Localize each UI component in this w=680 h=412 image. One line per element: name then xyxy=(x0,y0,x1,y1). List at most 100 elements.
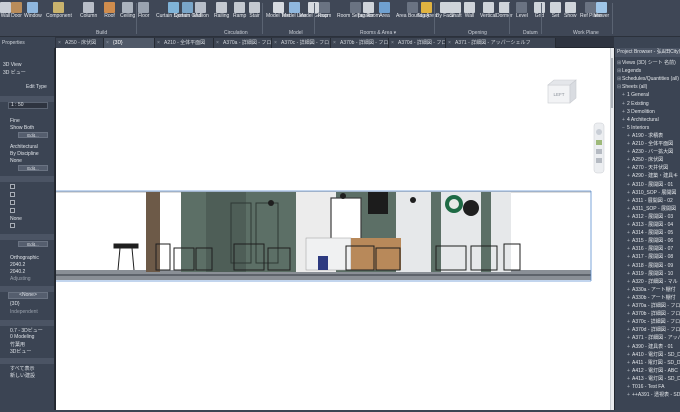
view-template-button[interactable]: <None> xyxy=(8,292,48,299)
browser-node[interactable]: + A320 - 詳細図 - マル xyxy=(627,279,678,285)
ribbon-tool-door[interactable]: Door xyxy=(11,2,22,20)
browser-node[interactable]: +2 Existing xyxy=(622,101,649,107)
browser-node[interactable]: + A314 - 展開図 - 05 xyxy=(627,230,673,236)
ribbon-tool-shaft[interactable]: Shaft xyxy=(450,2,462,20)
ribbon-tool-set[interactable]: Set xyxy=(550,2,561,20)
drawing-canvas[interactable]: LEFT xyxy=(55,48,610,410)
browser-node[interactable]: + A410 - 電灯図 - SD_D xyxy=(627,352,680,358)
view-tab[interactable]: × A250 - 床伏図 xyxy=(56,38,104,48)
properties-tab[interactable]: Properties xyxy=(0,37,55,48)
phasing-value[interactable]: 0 Modeling xyxy=(10,334,34,340)
filter-header[interactable] xyxy=(0,358,54,364)
phase-value-1[interactable]: 竹葉用 xyxy=(10,341,25,348)
browser-node[interactable]: + A330b - アート棚付 xyxy=(627,295,676,301)
ribbon-tool-mullion[interactable]: Mullion xyxy=(193,2,209,20)
browser-node[interactable]: + A311_SOP - 展開図 xyxy=(627,206,676,212)
far-clip-value[interactable]: None xyxy=(10,216,22,222)
view-tab[interactable]: × {3D} xyxy=(104,38,155,48)
close-icon[interactable]: × xyxy=(106,38,109,48)
navigation-bar[interactable] xyxy=(593,122,605,174)
ribbon-tool-wall[interactable]: Wall xyxy=(0,2,11,20)
scroll-thumb[interactable] xyxy=(611,58,613,108)
annotation-crop-checkbox[interactable] xyxy=(10,200,15,205)
default-analysis-value[interactable]: None xyxy=(10,158,22,164)
ribbon-tool-dormer[interactable]: Dormer xyxy=(496,2,513,20)
detail-level-value[interactable]: Fine xyxy=(10,118,20,124)
projection-mode-value[interactable]: Orthographic xyxy=(10,255,39,261)
render-edit-button[interactable]: Edit... xyxy=(18,165,48,171)
ribbon-tool-show[interactable]: Show xyxy=(564,2,577,20)
phase-filter-note[interactable]: 0.7 - 3Dビュー xyxy=(10,327,43,334)
browser-node[interactable]: + A390 - 建具表 - 01 xyxy=(627,344,673,350)
show-hidden-value[interactable]: By Discipline xyxy=(10,151,39,157)
discipline-value[interactable]: Architectural xyxy=(10,144,38,150)
browser-node[interactable]: + A370d - 詳細図 - フロ xyxy=(627,327,680,333)
ribbon-tool-opening-wall[interactable]: Wall xyxy=(464,2,475,20)
view-tab[interactable]: × A370c - 詳細図 - フロントバー xyxy=(272,38,331,48)
ribbon-tool-area[interactable]: Area xyxy=(379,2,390,20)
browser-node[interactable]: + A313 - 展開図 - 04 xyxy=(627,222,673,228)
close-icon[interactable]: × xyxy=(157,38,160,48)
close-icon[interactable]: × xyxy=(216,38,219,48)
close-icon[interactable]: × xyxy=(448,38,451,48)
ribbon-tool-viewer[interactable]: Viewer xyxy=(594,2,609,20)
browser-node[interactable]: +3 Demolition xyxy=(622,109,655,115)
phasing-header[interactable] xyxy=(0,320,54,326)
browser-node[interactable]: + A330a - アート棚付 xyxy=(627,287,676,293)
close-icon[interactable]: × xyxy=(58,38,61,48)
browser-node[interactable]: + A190 - 求積表 xyxy=(627,133,663,139)
ribbon-tool-vertical[interactable]: Vertical xyxy=(480,2,496,20)
view-tab[interactable]: × A371 - 詳細図 - アッパーシェルフ xyxy=(446,38,556,48)
ribbon-tool-component[interactable]: Component xyxy=(46,2,72,20)
ribbon-tool-ceiling[interactable]: Ceiling xyxy=(120,2,135,20)
view-scale-field[interactable]: 1 : 50 xyxy=(8,102,48,109)
browser-node[interactable]: + A312 - 展開図 - 03 xyxy=(627,214,673,220)
ribbon-tool-column[interactable]: Column xyxy=(80,2,97,20)
browser-node[interactable]: + A311 - 展開図 - 02 xyxy=(627,198,673,204)
browser-node[interactable]: + A315 - 展開図 - 06 xyxy=(627,238,673,244)
ribbon-tool-tag-room[interactable]: Tag Room xyxy=(357,2,380,20)
browser-node[interactable]: + A210 - 全体平面図 xyxy=(627,141,673,147)
close-icon[interactable]: × xyxy=(274,38,277,48)
browser-node[interactable]: + A230 - バー拡大図 xyxy=(627,149,673,155)
browser-node[interactable]: + A270 - 天井伏図 xyxy=(627,165,668,171)
browser-node[interactable]: + A371 - 詳細図 - アッパ xyxy=(627,335,680,341)
ribbon-tool-roof[interactable]: Roof xyxy=(104,2,115,20)
eye-elevation-value[interactable]: 2040.2 xyxy=(10,262,25,268)
view-tab[interactable]: × A210 - 全体平面図 xyxy=(155,38,214,48)
browser-node[interactable]: −5 Interiors xyxy=(622,125,649,131)
ribbon-tool-ramp[interactable]: Ramp xyxy=(233,2,246,20)
extents-header[interactable] xyxy=(0,176,54,182)
browser-node[interactable]: + A317 - 展開図 - 08 xyxy=(627,254,673,260)
ribbon-tool-window[interactable]: Window xyxy=(24,2,42,20)
browser-node[interactable]: + A413 - 電灯図 - SD_D xyxy=(627,376,680,382)
browser-node[interactable]: +4 Architectural xyxy=(622,117,659,123)
browser-node[interactable]: + T016 - Test FA xyxy=(627,384,664,390)
browser-node[interactable]: + A319 - 展開図 - 10 xyxy=(627,271,673,277)
target-elevation-value[interactable]: 2040.2 xyxy=(10,269,25,275)
ribbon-tool-grid[interactable]: Grid xyxy=(534,2,545,20)
browser-node[interactable]: + A290 - 建築・建具キ xyxy=(627,173,678,179)
camera-edit-button[interactable]: Edit... xyxy=(18,241,48,247)
parts-visibility-value[interactable]: Show Both xyxy=(10,125,34,131)
browser-node[interactable]: +1 General xyxy=(622,92,649,98)
browser-node[interactable]: + A316 - 展開図 - 07 xyxy=(627,246,673,252)
browser-node[interactable]: + A310_SOP - 展開図 xyxy=(627,190,676,196)
camera-header[interactable] xyxy=(0,234,54,240)
browser-node[interactable]: + A411 - 電灯図 - SD_D xyxy=(627,360,680,366)
crop-view-checkbox[interactable] xyxy=(10,184,15,189)
crop-visible-checkbox[interactable] xyxy=(10,192,15,197)
view-tab[interactable]: × A370a - 詳細図 - フロントバー xyxy=(214,38,272,48)
browser-node[interactable]: + A318 - 展開図 - 09 xyxy=(627,263,673,269)
viewcube[interactable]: LEFT xyxy=(547,79,577,104)
browser-node[interactable]: ⊞Legends xyxy=(617,68,641,74)
view-tab[interactable]: × A370d - 詳細図 - フロントバー xyxy=(389,38,446,48)
close-icon[interactable]: × xyxy=(333,38,336,48)
view-tab[interactable]: × A370b - 詳細図 - フロントバー xyxy=(331,38,389,48)
browser-node[interactable]: + A412 - 電灯図 - ABC xyxy=(627,368,678,374)
visibility-edit-button[interactable]: Edit... xyxy=(18,132,48,138)
browser-node[interactable]: + A250 - 床伏図 xyxy=(627,157,663,163)
ribbon-tool-room[interactable]: Room xyxy=(318,2,331,20)
edit-type-button[interactable]: Edit Type xyxy=(26,84,47,90)
view-name-value[interactable]: {3D} xyxy=(10,301,20,307)
